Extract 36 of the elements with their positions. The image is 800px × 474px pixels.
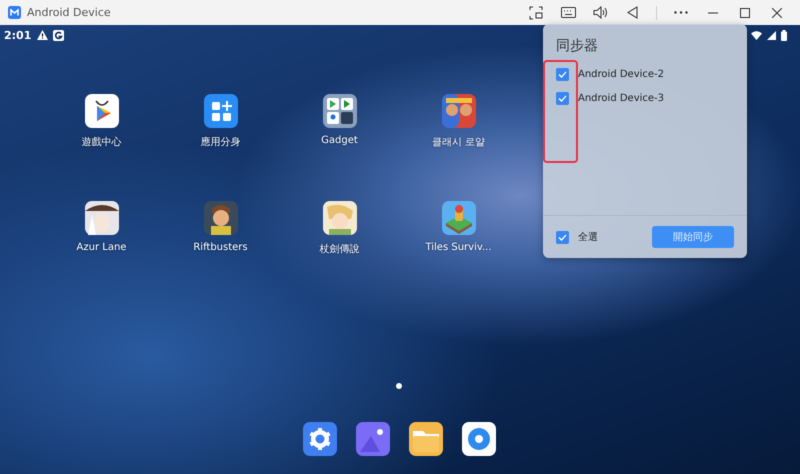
app-icon[interactable] <box>204 201 238 235</box>
window-title: Android Device <box>27 6 111 19</box>
page-indicator <box>396 383 402 389</box>
wifi-icon <box>751 30 762 40</box>
checkmark-icon <box>558 71 567 78</box>
g-app-icon <box>53 30 64 40</box>
device-checkbox[interactable] <box>556 92 569 105</box>
device-name: Android Device-2 <box>578 69 664 80</box>
folder-icon[interactable] <box>409 422 443 456</box>
select-all-checkbox[interactable] <box>556 230 569 244</box>
app-icon[interactable] <box>322 94 356 128</box>
app-label[interactable]: 遊戲中心 <box>82 135 122 149</box>
app-icon[interactable] <box>322 201 356 235</box>
app-icon[interactable] <box>204 94 238 128</box>
app-label[interactable]: Gadget <box>321 135 358 146</box>
status-time: 2:01 <box>4 28 32 42</box>
app-label[interactable]: Riftbusters <box>193 242 248 253</box>
gallery-icon[interactable] <box>356 422 390 456</box>
checkmark-icon <box>558 95 567 102</box>
app-label[interactable]: Azur Lane <box>76 242 126 253</box>
app-icon[interactable] <box>84 94 118 128</box>
battery-icon <box>781 30 787 40</box>
signal-icon <box>767 30 776 40</box>
settings-icon[interactable] <box>303 422 337 456</box>
panel-title: 同步器 <box>556 37 599 55</box>
warning-icon <box>37 30 48 40</box>
app-icon[interactable] <box>84 201 118 235</box>
device-name: Android Device-3 <box>578 93 664 104</box>
app-label[interactable]: 杖劍傳說 <box>320 242 360 256</box>
select-all-label: 全選 <box>578 231 598 244</box>
checkmark-icon <box>558 234 567 240</box>
app-label[interactable]: 클래시 로얄 <box>432 135 486 149</box>
app-label[interactable]: Tiles Surviv... <box>425 242 492 253</box>
app-logo-icon <box>8 6 21 19</box>
device-checkbox[interactable] <box>556 68 569 81</box>
app-label[interactable]: 應用分身 <box>200 135 240 149</box>
